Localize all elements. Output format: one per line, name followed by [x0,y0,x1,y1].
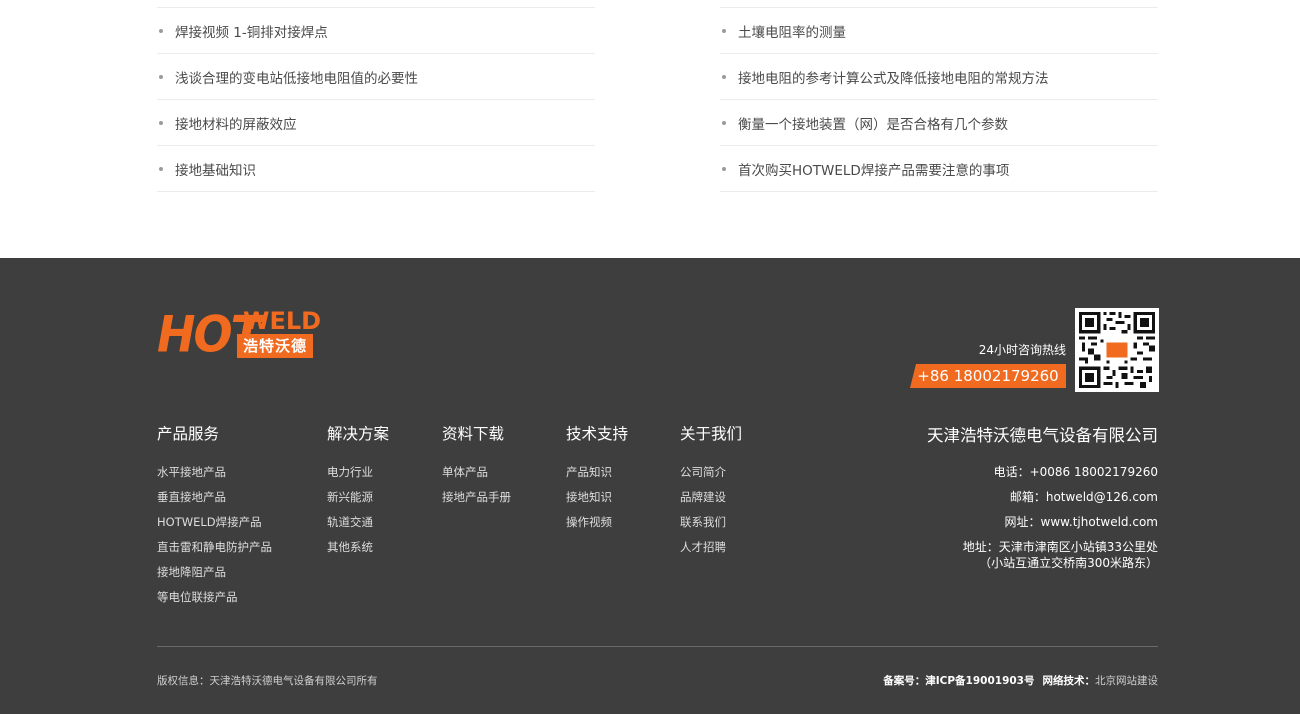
tech-label: 网络技术： [1042,675,1096,687]
nav-link[interactable]: 公司简介 [680,460,742,485]
bullet-icon [722,28,726,33]
list-item[interactable]: 焊接视频 1-铜排对接焊点 [157,8,595,54]
nav-link[interactable]: 新兴能源 [327,485,389,510]
nav-link[interactable]: 接地知识 [566,485,628,510]
nav-heading[interactable]: 技术支持 [566,422,628,444]
nav-link[interactable]: 其他系统 [327,535,389,560]
nav-heading[interactable]: 解决方案 [327,422,389,444]
list-item[interactable]: 衡量一个接地装置（网）是否合格有几个参数 [720,100,1158,146]
qr-code-icon [1075,308,1159,392]
nav-heading[interactable]: 产品服务 [157,422,272,444]
article-title[interactable]: 接地材料的屏蔽效应 [175,113,297,133]
bullet-icon [159,120,163,125]
list-item[interactable]: 接地基础知识 [157,146,595,192]
article-title[interactable]: 接地电阻的参考计算公式及降低接地电阻的常规方法 [738,67,1049,87]
nav-column-support: 技术支持 产品知识 接地知识 操作视频 [566,422,628,535]
nav-column-about: 关于我们 公司简介 品牌建设 联系我们 人才招聘 [680,422,742,560]
article-link[interactable]: 接地基础知识 [157,159,256,179]
bullet-icon [722,120,726,125]
article-list-left: 焊接视频 1-铜排对接焊点 浅谈合理的变电站低接地电阻值的必要性 接地材料的屏蔽… [157,7,595,192]
nav-link[interactable]: 品牌建设 [680,485,742,510]
article-link[interactable]: 浅谈合理的变电站低接地电阻值的必要性 [157,67,418,87]
nav-column-downloads: 资料下载 单体产品 接地产品手册 [442,422,511,510]
nav-column-solutions: 解决方案 电力行业 新兴能源 轨道交通 其他系统 [327,422,389,560]
article-title[interactable]: 土壤电阻率的测量 [738,21,846,41]
site-footer: HOT WELD 浩特沃德 24小时咨询热线 +86 18002179260 产… [0,258,1300,714]
icp-label: 备案号： [883,675,926,687]
nav-heading[interactable]: 资料下载 [442,422,511,444]
company-info: 天津浩特沃德电气设备有限公司 电话：+0086 18002179260 邮箱：h… [927,422,1158,571]
nav-link[interactable]: 接地降阻产品 [157,560,272,585]
nav-link[interactable]: HOTWELD焊接产品 [157,510,272,535]
list-item[interactable]: 接地材料的屏蔽效应 [157,100,595,146]
nav-link[interactable]: 水平接地产品 [157,460,272,485]
article-link[interactable]: 接地材料的屏蔽效应 [157,113,297,133]
nav-link[interactable]: 垂直接地产品 [157,485,272,510]
logo-weld-text: WELD [243,307,322,335]
list-item[interactable]: 浅谈合理的变电站低接地电阻值的必要性 [157,54,595,100]
icp-info: 备案号：津ICP备19001903号 网络技术：北京网站建设 [883,673,1158,688]
bullet-icon [722,166,726,171]
list-item[interactable]: 土壤电阻率的测量 [720,8,1158,54]
nav-heading[interactable]: 关于我们 [680,422,742,444]
icp-number[interactable]: 津ICP备19001903号 [925,675,1034,687]
article-link[interactable]: 接地电阻的参考计算公式及降低接地电阻的常规方法 [720,67,1049,87]
nav-link[interactable]: 电力行业 [327,460,389,485]
company-address: 地址：天津市津南区小站镇33公里处 [962,540,1158,554]
nav-link[interactable]: 产品知识 [566,460,628,485]
bullet-icon [722,74,726,79]
bullet-icon [159,166,163,171]
company-website[interactable]: 网址：www.tjhotweld.com [927,510,1158,535]
company-phone: 电话：+0086 18002179260 [993,465,1158,479]
nav-link[interactable]: 单体产品 [442,460,511,485]
nav-link[interactable]: 联系我们 [680,510,742,535]
nav-link[interactable]: 轨道交通 [327,510,389,535]
hotline-label: 24小时咨询热线 [978,343,1066,357]
list-item[interactable]: 首次购买HOTWELD焊接产品需要注意的事项 [720,146,1158,192]
hotweld-logo[interactable]: HOT WELD 浩特沃德 [157,306,321,362]
company-address-detail: （小站互通立交桥南300米路东） [979,556,1158,570]
nav-link[interactable]: 接地产品手册 [442,485,511,510]
article-title[interactable]: 焊接视频 1-铜排对接焊点 [175,21,328,41]
nav-link[interactable]: 操作视频 [566,510,628,535]
footer-divider [157,646,1158,647]
article-title[interactable]: 接地基础知识 [175,159,256,179]
company-email[interactable]: 邮箱：hotweld@126.com [927,485,1158,510]
nav-link[interactable]: 等电位联接产品 [157,585,272,610]
bullet-icon [159,28,163,33]
list-item[interactable]: 接地电阻的参考计算公式及降低接地电阻的常规方法 [720,54,1158,100]
nav-link[interactable]: 人才招聘 [680,535,742,560]
bullet-icon [159,74,163,79]
article-link[interactable]: 焊接视频 1-铜排对接焊点 [157,21,328,41]
article-link[interactable]: 衡量一个接地装置（网）是否合格有几个参数 [720,113,1008,133]
company-name: 天津浩特沃德电气设备有限公司 [927,426,1158,445]
tech-link[interactable]: 北京网站建设 [1095,675,1158,687]
logo-cn-text: 浩特沃德 [237,334,313,358]
article-list-right: 土壤电阻率的测量 接地电阻的参考计算公式及降低接地电阻的常规方法 衡量一个接地装… [720,7,1158,192]
article-list-section: 焊接视频 1-铜排对接焊点 浅谈合理的变电站低接地电阻值的必要性 接地材料的屏蔽… [0,0,1300,258]
article-link[interactable]: 首次购买HOTWELD焊接产品需要注意的事项 [720,159,1009,179]
article-title[interactable]: 衡量一个接地装置（网）是否合格有几个参数 [738,113,1008,133]
article-link[interactable]: 土壤电阻率的测量 [720,21,846,41]
nav-link[interactable]: 直击雷和静电防护产品 [157,535,272,560]
article-title[interactable]: 首次购买HOTWELD焊接产品需要注意的事项 [738,159,1009,179]
copyright-text: 版权信息：天津浩特沃德电气设备有限公司所有 [157,675,378,687]
hotline-phone[interactable]: +86 18002179260 [910,364,1066,388]
article-title[interactable]: 浅谈合理的变电站低接地电阻值的必要性 [175,67,418,87]
nav-column-products: 产品服务 水平接地产品 垂直接地产品 HOTWELD焊接产品 直击雷和静电防护产… [157,422,272,610]
